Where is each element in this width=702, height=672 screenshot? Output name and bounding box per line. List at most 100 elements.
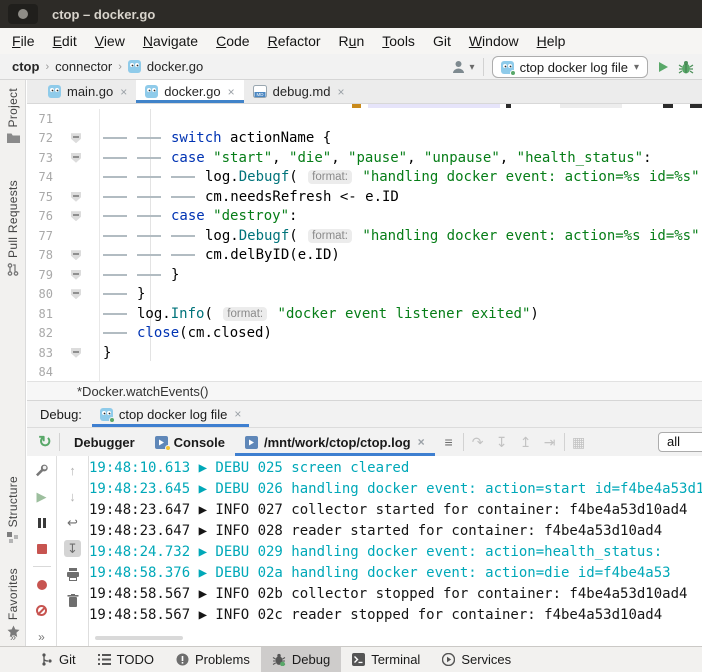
close-icon[interactable]: ×	[417, 435, 425, 449]
title-bar: ctop – docker.go	[0, 0, 702, 28]
soft-wrap-icon[interactable]: ↩	[64, 514, 81, 531]
status-item-label: Debug	[292, 652, 330, 667]
print-icon[interactable]	[64, 566, 81, 583]
view-breakpoints-icon[interactable]	[33, 576, 50, 593]
console-tab[interactable]: Debugger	[64, 428, 145, 456]
status-bar: GitTODOProblems Debug TerminalServices	[0, 646, 702, 672]
close-icon[interactable]: ×	[336, 85, 344, 99]
fold-marker-icon[interactable]	[71, 270, 81, 280]
step-over-icon[interactable]: ↷	[468, 432, 488, 452]
menu-item-navigate[interactable]: Navigate	[134, 30, 207, 52]
menu-item-edit[interactable]: Edit	[44, 30, 86, 52]
fold-marker-icon[interactable]	[71, 153, 81, 163]
step-into-icon[interactable]: ↧	[492, 432, 512, 452]
menu-item-run[interactable]: Run	[330, 30, 374, 52]
fold-marker-icon[interactable]	[71, 133, 81, 143]
window-menu-button[interactable]	[8, 4, 38, 24]
menu-item-view[interactable]: View	[86, 30, 134, 52]
todo-list-icon	[98, 654, 111, 665]
line-number: 82	[27, 326, 53, 340]
clear-all-icon[interactable]	[64, 592, 81, 609]
fold-marker-icon[interactable]	[71, 192, 81, 202]
run-button[interactable]	[656, 60, 670, 74]
console-icon	[245, 436, 258, 449]
menu-item-refactor[interactable]: Refactor	[259, 30, 330, 52]
editor-tab-debug.md[interactable]: MDdebug.md×	[244, 80, 354, 103]
status-bar-item-problems[interactable]: Problems	[165, 647, 261, 672]
tab-whitespace-mark	[171, 176, 195, 178]
resume-program-icon[interactable]: ▶	[33, 488, 50, 505]
tool-window-button-structure[interactable]: Structure	[0, 476, 26, 544]
breadcrumb-item[interactable]: docker.go	[147, 59, 203, 74]
code-line: 79}	[27, 265, 702, 285]
debug-button[interactable]	[678, 60, 694, 75]
menu-item-window[interactable]: Window	[460, 30, 528, 52]
fold-marker-icon[interactable]	[71, 250, 81, 260]
strip-more-icon[interactable]: »	[0, 632, 26, 644]
log-line: 19:48:58.567 ▶ INFO 02c reader stopped f…	[89, 605, 702, 626]
git-branch-icon	[41, 653, 53, 666]
console-tab[interactable]: Console	[145, 428, 235, 456]
pause-program-icon[interactable]	[33, 514, 50, 531]
menu-item-code[interactable]: Code	[207, 30, 258, 52]
up-stack-icon[interactable]: ↑	[64, 462, 81, 479]
rerun-icon[interactable]: ↻	[35, 432, 55, 452]
scroll-to-end-icon[interactable]: ↧	[64, 540, 81, 557]
more-actions-icon[interactable]: »	[33, 628, 50, 645]
close-icon[interactable]: ×	[119, 85, 127, 99]
console-tab[interactable]: /mnt/work/ctop/ctop.log×	[235, 428, 435, 456]
tool-window-button-pull-requests[interactable]: Pull Requests	[0, 180, 26, 276]
horizontal-scrollbar[interactable]	[95, 636, 183, 640]
fold-marker-icon[interactable]	[71, 289, 81, 299]
editor-breadcrumb-bar: *Docker.watchEvents()	[27, 381, 702, 400]
step-out-icon[interactable]: ↥	[516, 432, 536, 452]
layout-options-icon[interactable]: ≡	[439, 432, 459, 452]
run-configuration-select[interactable]: ctop docker log file ▾	[492, 56, 648, 78]
method-breadcrumb[interactable]: *Docker.watchEvents()	[77, 384, 209, 399]
status-bar-item-git[interactable]: Git	[30, 647, 87, 672]
tab-whitespace-mark	[137, 196, 161, 198]
breadcrumb-separator: ›	[118, 61, 122, 73]
debug-session-tab[interactable]: ctop docker log file ×	[92, 401, 249, 427]
tab-whitespace-mark	[137, 235, 161, 237]
log-filter-select[interactable]: all	[658, 432, 702, 452]
mute-breakpoints-icon[interactable]	[33, 602, 50, 619]
editor-tab-bar: main.go×docker.go×MDdebug.md×	[27, 80, 702, 104]
menu-item-help[interactable]: Help	[528, 30, 575, 52]
down-stack-icon[interactable]: ↓	[64, 488, 81, 505]
settings-wrench-icon[interactable]	[33, 462, 50, 479]
breadcrumb-item[interactable]: connector	[55, 59, 112, 74]
tool-window-button-favorites[interactable]: Favorites	[0, 568, 26, 638]
close-icon[interactable]: ×	[233, 407, 241, 421]
log-output[interactable]: 19:48:10.613 ▶ DEBU 025 screen cleared19…	[89, 458, 702, 646]
menu-item-tools[interactable]: Tools	[373, 30, 424, 52]
editor-tab-docker.go[interactable]: docker.go×	[136, 80, 243, 103]
status-bar-item-debug[interactable]: Debug	[261, 647, 341, 672]
line-number: 83	[27, 346, 53, 360]
run-to-cursor-icon[interactable]: ⇥	[540, 432, 560, 452]
tool-window-button-project[interactable]: Project	[0, 88, 26, 143]
menu-item-git[interactable]: Git	[424, 30, 460, 52]
tab-label: main.go	[67, 84, 113, 99]
status-bar-item-terminal[interactable]: Terminal	[341, 647, 431, 672]
code-line: 77log.Debugf( format: "handling docker e…	[27, 226, 702, 246]
status-bar-item-services[interactable]: Services	[431, 647, 522, 672]
evaluate-expression-icon[interactable]: ▦	[569, 432, 589, 452]
breadcrumb: ctop›connector›docker.go	[0, 59, 203, 74]
close-icon[interactable]: ×	[227, 85, 235, 99]
fold-marker-icon[interactable]	[71, 348, 81, 358]
divider	[463, 433, 464, 451]
line-number: 73	[27, 151, 53, 165]
fold-marker-icon[interactable]	[71, 211, 81, 221]
breadcrumb-item[interactable]: ctop	[12, 59, 39, 74]
code-editor[interactable]: 7172switch actionName {73case "start", "…	[27, 104, 702, 381]
code-with-me-button[interactable]: ▾	[452, 60, 475, 74]
editor-tab-main.go[interactable]: main.go ×	[39, 80, 136, 103]
menu-item-file[interactable]: File	[3, 30, 44, 52]
status-bar-item-todo[interactable]: TODO	[87, 647, 165, 672]
stop-icon[interactable]	[33, 540, 50, 557]
session-gopher-icon	[100, 408, 113, 421]
line-number: 72	[27, 131, 53, 145]
tab-whitespace-mark	[171, 254, 195, 256]
log-line: 19:48:58.376 ▶ DEBU 02a handling docker …	[89, 563, 702, 584]
